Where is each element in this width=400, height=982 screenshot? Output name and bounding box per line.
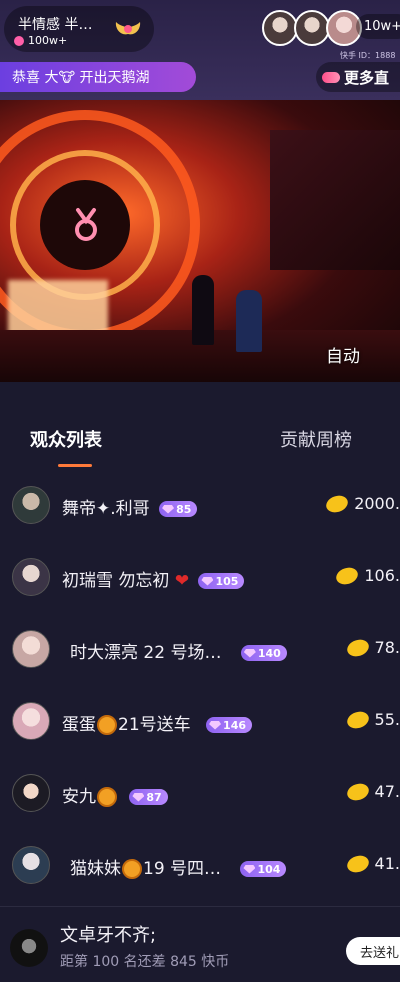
level-badge: 87 bbox=[129, 789, 168, 805]
avatar[interactable] bbox=[12, 630, 50, 668]
avatar[interactable] bbox=[10, 929, 48, 967]
score-value: 2000. bbox=[354, 494, 400, 513]
avatar[interactable] bbox=[12, 558, 50, 596]
list-item[interactable]: 时大漂亮 22 号场… 140 78. bbox=[0, 614, 400, 686]
viewer-name: 猫妹妹 19 号四… 104 bbox=[70, 854, 287, 879]
avatar[interactable] bbox=[12, 846, 50, 884]
score: 106. bbox=[334, 563, 400, 588]
viewer-name-text: 时大漂亮 22 号场… bbox=[70, 643, 222, 663]
live-video[interactable]: 自动 bbox=[0, 100, 400, 382]
gift-banner: 恭喜 大🐮 开出天鹅湖 bbox=[0, 62, 196, 92]
score: 41. bbox=[344, 851, 400, 876]
lion-emoji-icon bbox=[97, 715, 117, 735]
score-value: 55. bbox=[374, 710, 400, 729]
bean-icon bbox=[344, 851, 371, 876]
bean-icon bbox=[334, 563, 361, 588]
list-item[interactable]: 舞帝✦.利哥 85 2000. bbox=[0, 470, 400, 542]
level-badge: 105 bbox=[198, 573, 245, 589]
host-name: 半情感 半… bbox=[18, 17, 93, 33]
rank-gap-text: 距第 100 名还差 845 快币 bbox=[60, 954, 230, 970]
fans-heart-icon bbox=[14, 35, 24, 46]
viewer-name-suffix: 19 号四… bbox=[143, 859, 222, 879]
bean-icon bbox=[344, 635, 371, 660]
list-item[interactable]: 初瑞雪 勿忘初 ❤ 105 106. bbox=[0, 542, 400, 614]
score: 55. bbox=[344, 707, 400, 732]
avatar[interactable] bbox=[12, 486, 50, 524]
host-fans: 100w+ bbox=[14, 34, 67, 47]
gem-icon bbox=[243, 864, 256, 874]
level-value: 87 bbox=[146, 790, 162, 804]
viewer-count[interactable]: 10w+ bbox=[356, 14, 400, 39]
score-value: 106. bbox=[364, 566, 400, 585]
kuaishou-logo-icon bbox=[75, 208, 97, 241]
score-value: 78. bbox=[374, 638, 400, 657]
viewer-name: 安九 87 bbox=[62, 782, 168, 807]
heart-icon: ❤ bbox=[174, 571, 190, 591]
lion-emoji-icon bbox=[97, 787, 117, 807]
level-badge: 104 bbox=[240, 861, 287, 877]
tab-weekly-contribution[interactable]: 贡献周榜 bbox=[280, 426, 352, 452]
tab-underline bbox=[58, 464, 92, 467]
performer bbox=[192, 275, 214, 345]
viewer-name-text: 初瑞雪 勿忘初 bbox=[62, 571, 170, 591]
score-value: 47. bbox=[374, 782, 400, 801]
gem-icon bbox=[243, 648, 256, 658]
avatar[interactable] bbox=[294, 10, 330, 46]
live-pill-icon bbox=[322, 71, 340, 83]
avatar[interactable] bbox=[12, 702, 50, 740]
level-badge: 146 bbox=[206, 717, 253, 733]
viewer-name: 初瑞雪 勿忘初 ❤ 105 bbox=[62, 566, 245, 591]
list-item[interactable]: 猫妹妹 19 号四… 104 41. bbox=[0, 830, 400, 902]
viewer-name: 舞帝✦.利哥 85 bbox=[62, 494, 198, 519]
score-value: 41. bbox=[374, 854, 400, 873]
level-value: 146 bbox=[223, 718, 247, 732]
viewer-name-suffix: 21号送车 bbox=[118, 715, 191, 735]
level-value: 85 bbox=[176, 502, 192, 516]
send-gift-button[interactable]: 去送礼 bbox=[346, 937, 400, 965]
gem-icon bbox=[132, 792, 145, 802]
gift-banner-text: 恭喜 大🐮 开出天鹅湖 bbox=[12, 70, 150, 86]
viewer-name-text: 蛋蛋 bbox=[62, 715, 96, 735]
bean-icon bbox=[344, 707, 371, 732]
auto-quality-button[interactable]: 自动 bbox=[326, 342, 360, 367]
viewer-name-text: 猫妹妹 bbox=[70, 859, 121, 879]
level-value: 140 bbox=[257, 646, 281, 660]
avatar[interactable] bbox=[12, 774, 50, 812]
wings-icon bbox=[115, 22, 141, 35]
host-info-pill[interactable]: 半情感 半… 100w+ bbox=[4, 6, 154, 52]
host-fans-count: 100w+ bbox=[28, 34, 68, 47]
lion-emoji-icon bbox=[122, 859, 142, 879]
level-badge: 140 bbox=[240, 645, 287, 661]
score: 2000. bbox=[323, 491, 400, 516]
viewer-name-text: 安九 bbox=[62, 787, 96, 807]
level-badge: 85 bbox=[159, 501, 198, 517]
gem-icon bbox=[201, 576, 214, 586]
gem-icon bbox=[209, 720, 222, 730]
list-item[interactable]: 蛋蛋 21号送车 146 55. bbox=[0, 686, 400, 758]
viewer-name: 时大漂亮 22 号场… 140 bbox=[70, 638, 287, 663]
top-viewer-avatars[interactable] bbox=[262, 10, 362, 46]
avatar[interactable] bbox=[262, 10, 298, 46]
list-item[interactable]: 安九 87 47. bbox=[0, 758, 400, 830]
score: 47. bbox=[344, 779, 400, 804]
performer bbox=[236, 290, 262, 352]
tab-audience-list[interactable]: 观众列表 bbox=[30, 426, 102, 452]
level-value: 104 bbox=[257, 862, 281, 876]
stage-screen bbox=[270, 130, 400, 270]
my-name: 文卓牙不齐; bbox=[60, 925, 157, 946]
more-live-label: 更多直 bbox=[344, 68, 390, 87]
live-header: 半情感 半… 100w+ 10w+ 快手 ID：1888 恭喜 大🐮 开出天鹅湖… bbox=[0, 0, 400, 100]
audience-panel: 观众列表 贡献周榜 舞帝✦.利哥 85 2000. 初瑞雪 勿忘初 ❤ 105 … bbox=[0, 398, 400, 982]
bean-icon bbox=[323, 491, 351, 516]
viewer-name-text: 舞帝✦.利哥 bbox=[62, 499, 150, 519]
score: 78. bbox=[344, 635, 400, 660]
more-live-button[interactable]: 更多直 bbox=[316, 62, 400, 92]
kuaishou-id: 快手 ID：1888 bbox=[340, 51, 396, 60]
my-rank-row: 文卓牙不齐; 距第 100 名还差 845 快币 去送礼 bbox=[0, 906, 400, 982]
gem-icon bbox=[162, 504, 175, 514]
level-value: 105 bbox=[215, 574, 239, 588]
viewer-name: 蛋蛋 21号送车 146 bbox=[62, 710, 253, 735]
bean-icon bbox=[344, 779, 371, 804]
